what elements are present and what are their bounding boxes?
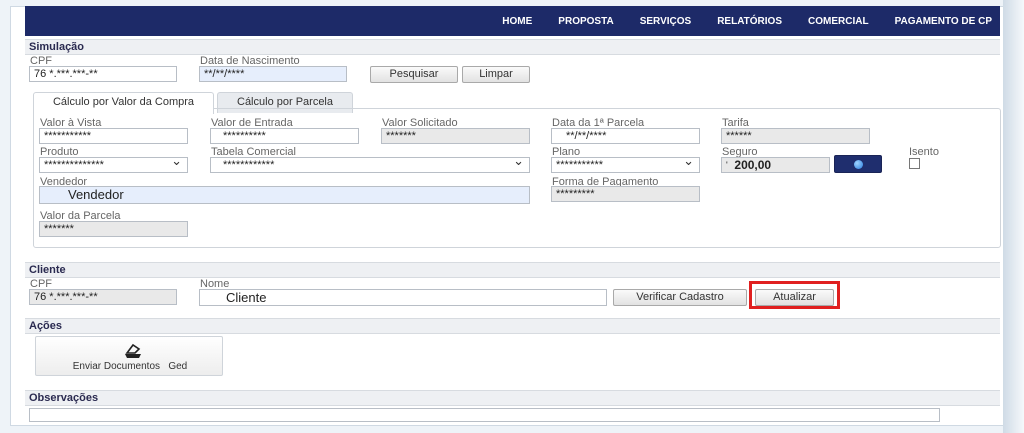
isento-checkbox[interactable] [909,158,920,169]
cliente-cpf-input: 76 *.***.***-** [29,289,177,305]
plano-select[interactable]: *********** [551,157,700,173]
section-observacoes-header: Observações [25,390,1000,406]
nav-relatorios[interactable]: RELATÓRIOS [717,16,782,27]
top-navbar: HOME PROPOSTA SERVIÇOS RELATÓRIOS COMERC… [25,6,1000,36]
vendedor-input[interactable]: Vendedor [39,186,530,204]
plano-value: *********** [556,159,604,171]
nav-comercial[interactable]: COMERCIAL [808,16,869,27]
tab-valor-compra[interactable]: Cálculo por Valor da Compra [33,92,214,114]
atualizar-highlight [749,281,840,309]
valor-parcela-input: ******* [39,221,188,237]
tabela-select[interactable]: ************ [210,157,530,173]
observacoes-textarea[interactable] [29,408,940,422]
section-simulacao-header: Simulação [25,39,1000,55]
verificar-cadastro-button[interactable]: Verificar Cadastro [613,289,747,306]
tabela-value: ************ [223,159,275,171]
cliente-nome-input[interactable]: Cliente [199,289,607,306]
section-acoes-header: Ações [25,318,1000,334]
forma-pagamento-input: ********* [551,186,700,202]
nav-proposta[interactable]: PROPOSTA [558,16,613,27]
search-button[interactable]: Pesquisar [370,66,458,83]
shield-icon [853,160,863,169]
valor-solicitado-input: ******* [381,128,530,144]
seguro-value: 200,00 [734,158,772,172]
section-cliente-header: Cliente [25,262,1000,278]
data-parcela-input[interactable]: **/**/**** [551,128,700,144]
scanner-icon [125,343,141,358]
seguro-input[interactable]: ' 200,00 [721,157,830,173]
clear-button[interactable]: Limpar [462,66,530,83]
nav-pagamento-cp[interactable]: PAGAMENTO DE CP [895,16,992,27]
produto-value: ************** [44,159,104,171]
produto-select[interactable]: ************** [39,157,188,173]
valor-entrada-input[interactable]: ********** [210,128,359,144]
birthdate-input[interactable]: **/**/**** [199,66,347,82]
isento-label: Isento [909,146,939,158]
seguro-calc-button[interactable] [834,155,882,173]
seguro-prefix: ' [726,160,728,170]
tarifa-input: ****** [721,128,870,144]
valor-vista-input[interactable]: *********** [39,128,188,144]
enviar-documentos-button[interactable]: Enviar Documentos Ged [35,336,223,376]
right-shadow [1003,0,1024,433]
enviar-documentos-label: Enviar Documentos Ged [72,361,188,372]
nav-home[interactable]: HOME [502,16,532,27]
cpf-input[interactable]: 76 *.***.***-** [29,66,177,82]
nav-servicos[interactable]: SERVIÇOS [640,16,692,27]
